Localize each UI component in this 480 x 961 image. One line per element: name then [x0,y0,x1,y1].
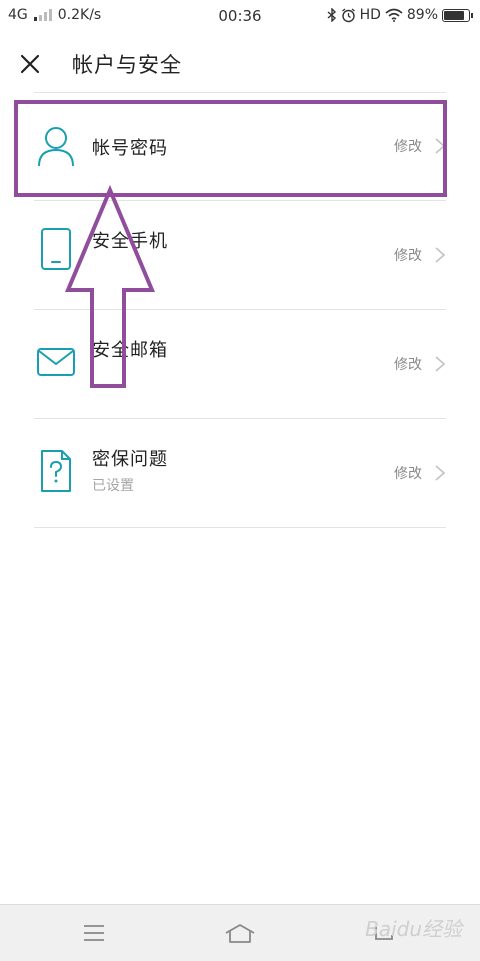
chevron-right-icon [435,356,446,372]
page-title: 帐户与安全 [72,53,182,77]
item-subtitle: 已设置 [92,478,134,494]
divider [34,527,446,528]
status-right: HD 89% [327,7,473,23]
hd-badge: HD [359,7,381,23]
home-icon [225,924,255,943]
battery-percent: 89% [406,7,438,23]
chevron-right-icon [435,247,446,263]
status-bar: 4G 0.2K/s 00:36 HD 89% [0,0,480,34]
close-button[interactable] [16,50,44,78]
bluetooth-icon [327,8,336,22]
battery-icon [442,8,473,22]
header: 帐户与安全 [0,40,480,88]
chevron-right-icon [435,465,446,481]
edit-link[interactable]: 修改 [394,354,422,374]
highlight-box [14,100,447,197]
menu-icon [84,925,104,941]
nav-bar: Baidu经验 [0,904,480,961]
alarm-icon [341,7,355,22]
edit-link[interactable]: 修改 [394,245,422,265]
up-arrow-annotation [64,184,156,388]
list-item-security-question[interactable]: 密保问题 已设置 修改 [0,419,480,527]
item-title: 密保问题 [92,449,168,470]
home-button[interactable] [224,919,256,947]
battery-fill [444,10,464,20]
wifi-icon [385,8,403,22]
watermark: Baidu经验 [365,917,462,941]
menu-button[interactable] [78,919,110,947]
question-doc-icon [41,450,71,492]
close-icon [20,54,40,74]
edit-link[interactable]: 修改 [394,463,422,483]
